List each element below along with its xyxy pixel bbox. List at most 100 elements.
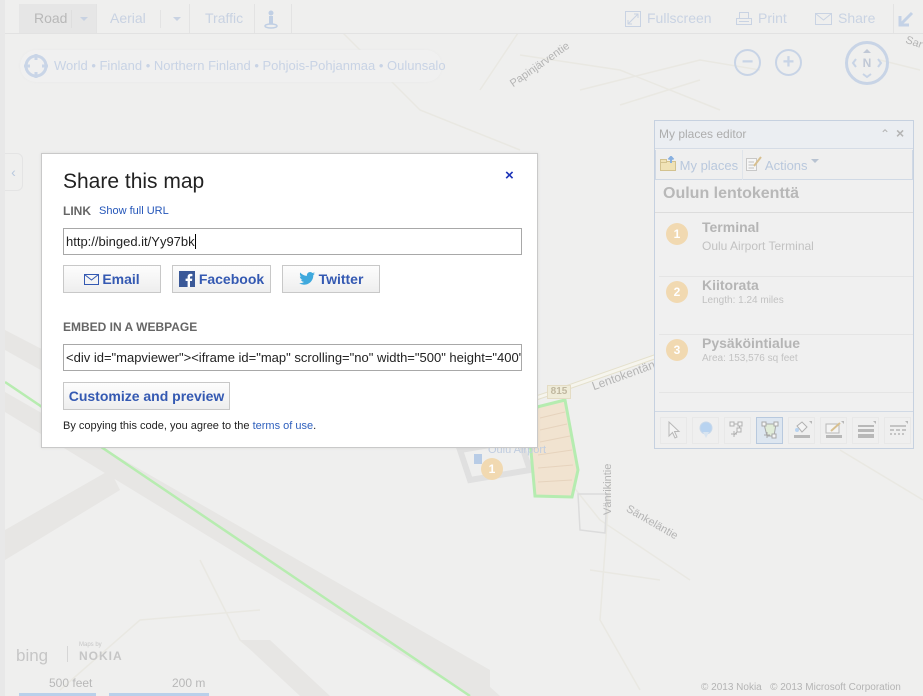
place-title: Terminal [702,219,760,235]
zoom-out-button[interactable]: − [734,49,761,76]
place-subtitle: Area: 153,576 sq feet [702,353,798,364]
share-button[interactable]: Share [815,4,875,33]
traffic-label: Traffic [205,10,244,26]
chevron-down-icon [811,159,820,163]
scale-imperial-label: 500 feet [49,676,93,690]
close-panel-icon[interactable]: × [896,125,904,141]
fullscreen-label: Fullscreen [647,10,712,26]
chevron-down-icon [80,17,88,22]
tab-my-places-label: My places [679,158,739,173]
twitter-label: Twitter [318,271,364,287]
terms-note-period: . [313,420,317,432]
fill-color-icon [793,421,812,438]
share-email-button[interactable]: Email [63,265,161,293]
printer-icon [736,11,752,25]
pushpin-icon [699,421,712,438]
embed-code-field[interactable]: <div id="mapviewer"><iframe id="map" scr… [63,344,522,371]
place-number-badge: 2 [666,281,688,303]
zoom-in-button[interactable]: + [775,49,802,76]
edit-list-icon [746,156,762,171]
place-number-badge: 1 [666,223,688,245]
print-button[interactable]: Print [736,4,787,33]
copyright: © 2013 Nokia © 2013 Microsoft Corporatio… [701,682,901,693]
close-icon[interactable]: × [505,167,514,184]
maps-by-label: Maps by [79,642,102,648]
place-list-item[interactable]: 1 Terminal Oulu Airport Terminal [659,219,913,277]
fullscreen-icon [625,11,641,28]
tab-my-places[interactable]: My places [660,155,739,173]
nokia-logo: NOKIA [79,649,123,663]
select-tool-button[interactable] [660,417,687,444]
map-marker-1[interactable]: 1 [481,458,503,480]
share-label: Share [838,10,876,26]
customize-label: Customize and preview [68,388,225,404]
envelope-icon [84,274,100,285]
place-list-item[interactable]: 2 Kiitorata Length: 1.24 miles [659,277,913,335]
customize-preview-button[interactable]: Customize and preview [63,382,230,410]
left-edge [0,0,5,696]
line-width-tool-button[interactable] [852,417,879,444]
tab-actions[interactable]: Actions [746,156,820,173]
left-panel-toggle[interactable]: ‹ [5,153,23,191]
traffic-button[interactable]: Traffic [205,4,243,33]
breadcrumb: World • Finland • Northern Finland • Poh… [20,50,446,82]
polygon-icon [761,421,778,439]
map-toolbar: Road Aerial Traffic Fullscreen Print Sha… [5,0,923,34]
person-icon [264,10,278,30]
plus-icon: + [782,51,795,73]
scale-metric-label: 200 m [172,676,206,690]
line-style-icon [889,421,908,435]
collapse-panel-icon[interactable]: ⌃ [880,127,890,141]
fill-color-tool-button[interactable] [788,417,815,444]
collection-name[interactable]: Oulun lentokenttä [663,185,799,203]
road-label: Road [34,10,68,26]
aerial-view-button[interactable]: Aerial [110,4,146,33]
twitter-bird-icon [298,272,315,285]
place-title: Kiitorata [702,277,759,293]
terms-note-text: By copying this code, you agree to the [63,420,253,432]
print-label: Print [758,10,787,26]
place-list-item[interactable]: 3 Pysäköintialue Area: 153,576 sq feet [659,335,913,393]
terms-of-use-link[interactable]: terms of use [253,420,314,432]
compass-control[interactable]: N [845,41,889,85]
line-color-icon [825,421,844,438]
share-facebook-button[interactable]: Facebook [172,265,271,293]
copyright-microsoft: © 2013 Microsoft Corporation [770,682,901,693]
terms-note: By copying this code, you agree to the t… [63,420,316,432]
locate-icon[interactable] [23,53,49,79]
aerial-dropdown-button[interactable] [165,4,189,33]
share-twitter-button[interactable]: Twitter [282,265,380,293]
bing-logo: bing [16,646,49,665]
dialog-title: Share this map [63,170,205,193]
link-url-field[interactable]: http://binged.it/Yy97bk​ [63,228,522,255]
editor-title: My places editor [659,127,747,141]
text-cursor: ​ [194,234,196,249]
collapse-toolbar-button[interactable] [898,4,918,33]
polygon-tool-button[interactable] [756,417,783,444]
chevron-left-icon: ‹ [11,164,16,180]
polyline-tool-button[interactable] [724,417,751,444]
place-number-badge: 3 [666,339,688,361]
embed-code-value: <div id="mapviewer"><iframe id="map" scr… [66,350,522,365]
streetside-button[interactable] [264,4,280,33]
drawing-toolbar [655,411,913,448]
logo-divider [67,646,68,662]
pushpin-tool-button[interactable] [692,417,719,444]
link-section-label: LINK [63,204,91,218]
envelope-icon [815,13,832,26]
aerial-label: Aerial [110,10,146,26]
show-full-url-link[interactable]: Show full URL [99,205,169,217]
tab-actions-label: Actions [764,158,808,173]
embed-section-label: EMBED IN A WEBPAGE [63,320,198,334]
arrow-down-left-icon [898,12,914,27]
facebook-icon [178,271,195,287]
road-label-vanrikintie: Vänrikintie [602,463,614,515]
road-dropdown-button[interactable] [72,4,96,33]
copyright-nokia: © 2013 Nokia [701,682,762,693]
fullscreen-button[interactable]: Fullscreen [625,4,712,33]
breadcrumb-text[interactable]: World • Finland • Northern Finland • Poh… [54,58,446,73]
editor-header: My places editor ⌃ × [655,121,913,149]
compass-north-label: N [862,56,872,70]
line-color-tool-button[interactable] [820,417,847,444]
line-style-tool-button[interactable] [884,417,911,444]
